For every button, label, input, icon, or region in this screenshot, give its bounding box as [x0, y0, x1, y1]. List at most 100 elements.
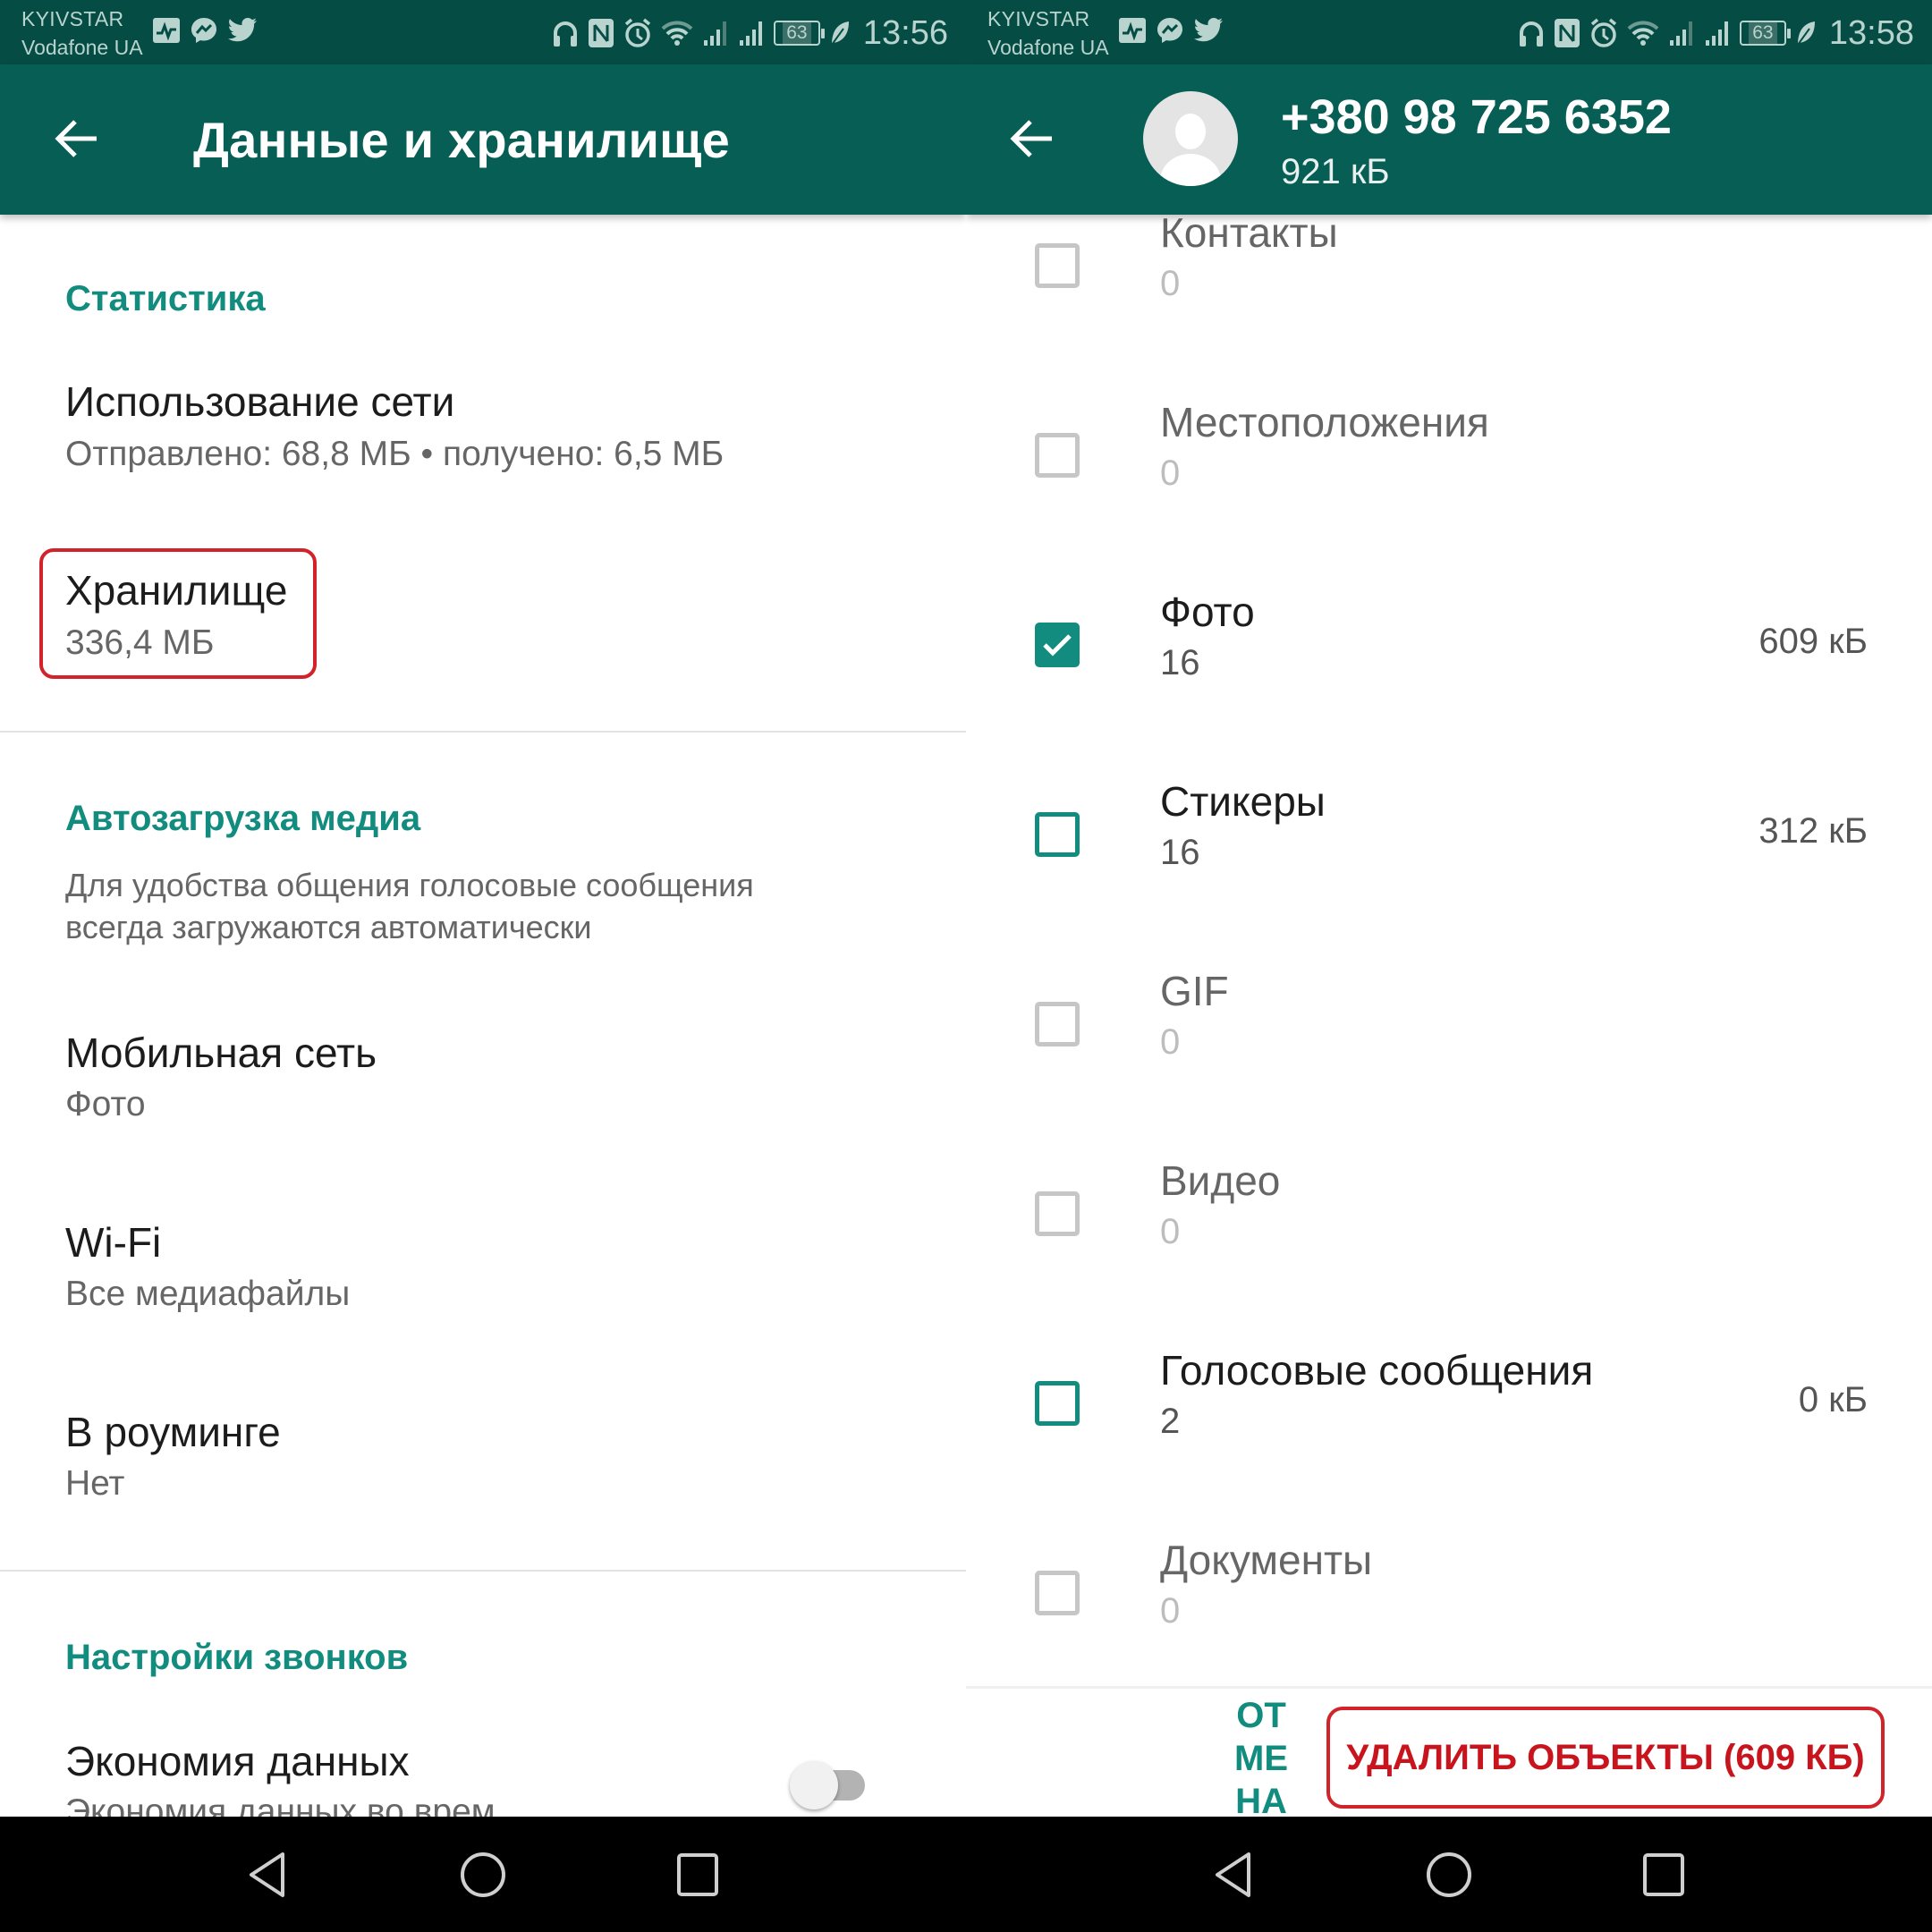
- media-item-row: Видео 0: [966, 1119, 1932, 1309]
- nav-home-button[interactable]: [1418, 1843, 1480, 1906]
- system-icons: 63 13:56: [552, 9, 948, 57]
- nav-recents-button[interactable]: [666, 1843, 729, 1906]
- headphones-icon: [1519, 21, 1543, 47]
- navigation-bar: [966, 1817, 1932, 1932]
- twitter-icon: [228, 18, 257, 42]
- twitter-icon: [1194, 18, 1223, 42]
- media-item-title: Фото: [1160, 589, 1255, 635]
- notification-icons: [1118, 16, 1224, 45]
- triangle-back-icon: [250, 1852, 284, 1897]
- leaf-icon: [1797, 21, 1815, 46]
- signal-weak-icon: [1669, 21, 1692, 46]
- highlight-annotation: [39, 548, 317, 679]
- messenger-icon: [1157, 18, 1182, 43]
- pulse-app-icon: [153, 18, 180, 43]
- contact-avatar[interactable]: [1143, 91, 1238, 186]
- data-saving-toggle[interactable]: [783, 1758, 872, 1811]
- default-person-icon: [1160, 114, 1221, 186]
- clock: 13:56: [862, 13, 948, 52]
- media-item-size: 609 кБ: [1758, 622, 1868, 661]
- delete-items-label: УДАЛИТЬ ОБЪЕКТЫ (609 КБ): [1346, 1737, 1865, 1777]
- back-button[interactable]: [1002, 109, 1061, 168]
- media-item-checkbox: [1035, 1191, 1080, 1236]
- nav-home-button[interactable]: [452, 1843, 514, 1906]
- network-usage-item[interactable]: Использование сети Отправлено: 68,8 МБ •…: [0, 358, 966, 501]
- media-item-count: 16: [1160, 833, 1200, 872]
- circle-home-icon: [1427, 1852, 1471, 1897]
- arrow-left-icon: [1010, 120, 1052, 157]
- data-storage-screen: KYIVSTAR Vodafone UA 63 13:56 Данные и х…: [0, 0, 966, 1932]
- back-button[interactable]: [47, 109, 106, 168]
- media-item-row[interactable]: Стикеры 16 312 кБ: [966, 740, 1932, 929]
- cancel-label-part: ОТ: [1236, 1696, 1286, 1735]
- media-item-size: 312 кБ: [1758, 811, 1868, 851]
- nav-recents-button[interactable]: [1632, 1843, 1695, 1906]
- autoload-description-line-1: Для удобства общения голосовые сообщения: [65, 867, 754, 903]
- nav-back-button[interactable]: [1202, 1843, 1265, 1906]
- status-bar: KYIVSTAR Vodafone UA 63 13:56: [0, 0, 966, 64]
- media-item-title: Местоположения: [1160, 399, 1489, 445]
- media-item-count: 0: [1160, 1591, 1181, 1631]
- roaming-subtitle: Нет: [65, 1464, 125, 1503]
- media-item-row: Местоположения 0: [966, 360, 1932, 550]
- network-usage-subtitle: Отправлено: 68,8 МБ • получено: 6,5 МБ: [65, 435, 724, 473]
- media-item-title: Стикеры: [1160, 778, 1326, 825]
- section-header-calls: Настройки звонков: [65, 1638, 409, 1677]
- media-item-row[interactable]: Фото 16 609 кБ: [966, 550, 1932, 740]
- autoload-description: Для удобства общения голосовые сообщения…: [65, 864, 870, 948]
- media-item-checkbox: [1035, 1002, 1080, 1046]
- circle-home-icon: [461, 1852, 505, 1897]
- media-item-count: 16: [1160, 643, 1200, 682]
- media-item-checkbox[interactable]: [1035, 812, 1080, 857]
- roaming-item[interactable]: В роуминге Нет: [0, 1390, 966, 1542]
- media-item-row[interactable]: Голосовые сообщения 2 0 кБ: [966, 1309, 1932, 1498]
- checkmark-icon: [1043, 634, 1072, 657]
- toolbar: Данные и хранилище: [0, 64, 966, 215]
- wifi-item[interactable]: Wi-Fi Все медиафайлы: [0, 1200, 966, 1352]
- signal-strong-icon: [1705, 21, 1728, 46]
- network-usage-title: Использование сети: [65, 378, 455, 425]
- nfc-icon: [1554, 19, 1580, 47]
- carrier-primary: KYIVSTAR: [21, 7, 124, 30]
- status-bar: KYIVSTAR Vodafone UA 63 13:58: [966, 0, 1932, 64]
- action-bar: ОТ МЕ НА УДАЛИТЬ ОБЪЕКТЫ (609 КБ): [966, 1686, 1932, 1821]
- media-item-count: 0: [1160, 264, 1181, 303]
- media-item-title: Контакты: [1160, 209, 1338, 256]
- signal-strong-icon: [739, 21, 762, 46]
- media-item-title: GIF: [1160, 968, 1229, 1014]
- media-item-title: Документы: [1160, 1537, 1373, 1583]
- section-header-statistics: Статистика: [65, 279, 266, 318]
- navigation-bar: [0, 1817, 966, 1932]
- mobile-network-item[interactable]: Мобильная сеть Фото: [0, 1011, 966, 1163]
- delete-items-button[interactable]: УДАЛИТЬ ОБЪЕКТЫ (609 КБ): [1326, 1707, 1885, 1809]
- media-item-row: GIF 0: [966, 929, 1932, 1119]
- nav-back-button[interactable]: [236, 1843, 299, 1906]
- media-item-checkbox: [1035, 433, 1080, 478]
- media-item-checkbox[interactable]: [1035, 1381, 1080, 1426]
- wifi-title: Wi-Fi: [65, 1219, 162, 1266]
- divider: [0, 731, 966, 733]
- roaming-title: В роуминге: [65, 1409, 281, 1455]
- battery-icon: 63: [1739, 21, 1791, 46]
- media-item-checkbox[interactable]: [1035, 623, 1080, 667]
- media-item-checkbox: [1035, 1571, 1080, 1615]
- notification-icons: [152, 16, 258, 45]
- signal-weak-icon: [703, 21, 726, 46]
- messenger-icon: [191, 18, 216, 43]
- alarm-icon: [1590, 18, 1617, 47]
- media-item-count: 0: [1160, 1022, 1181, 1062]
- mobile-network-subtitle: Фото: [65, 1085, 146, 1123]
- square-recents-icon: [1643, 1853, 1684, 1896]
- headphones-icon: [553, 21, 577, 47]
- carrier-secondary: Vodafone UA: [21, 36, 143, 59]
- media-item-row: Документы 0: [966, 1498, 1932, 1688]
- section-header-autoload: Автозагрузка медиа: [65, 799, 421, 838]
- mobile-network-title: Мобильная сеть: [65, 1030, 377, 1076]
- wifi-icon: [1627, 21, 1659, 46]
- nfc-icon: [588, 19, 614, 47]
- battery-level: 63: [783, 22, 811, 44]
- alarm-icon: [624, 18, 651, 47]
- media-item-checkbox: [1035, 243, 1080, 288]
- wifi-subtitle: Все медиафайлы: [65, 1275, 351, 1313]
- cancel-button[interactable]: ОТ МЕ НА: [1216, 1694, 1306, 1823]
